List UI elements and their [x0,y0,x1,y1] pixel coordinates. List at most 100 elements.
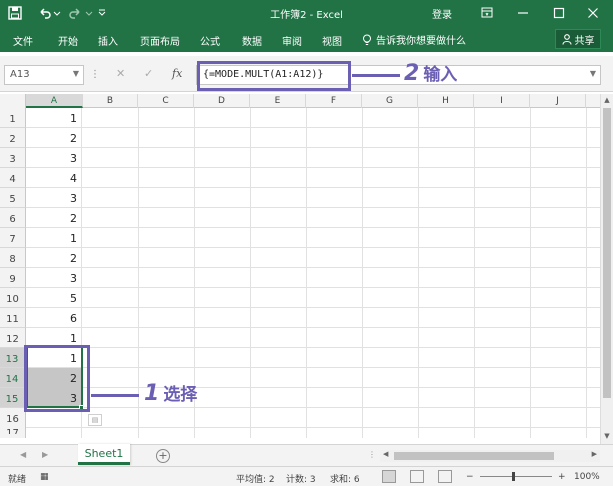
zoom-in-icon[interactable]: + [558,472,566,482]
chevron-down-icon[interactable]: ▼ [73,69,79,78]
table-row: 44 [0,168,600,188]
tab-split-grip-icon[interactable]: ⋮ [368,450,376,459]
cell-a4[interactable]: 4 [26,168,82,188]
row-header[interactable]: 6 [0,208,26,228]
scroll-down-icon[interactable]: ▼ [601,430,613,442]
scroll-right-icon[interactable]: ▶ [592,450,597,458]
page-layout-view-icon[interactable] [410,470,424,483]
column-header-d[interactable]: D [194,94,250,108]
column-header-f[interactable]: F [306,94,362,108]
cell-a2[interactable]: 2 [26,128,82,148]
tab-file[interactable]: 文件 [13,33,33,48]
login-link[interactable]: 登录 [432,6,452,21]
sheet-tab-sheet1[interactable]: Sheet1 [78,444,130,465]
cell-a5[interactable]: 3 [26,188,82,208]
new-sheet-icon[interactable]: + [156,449,170,463]
column-header-h[interactable]: H [418,94,474,108]
column-header-j[interactable]: J [530,94,586,108]
row-header[interactable]: 13 [0,348,26,368]
cell-a3[interactable]: 3 [26,148,82,168]
input-callout: 2 输入 [404,60,457,86]
column-header-b[interactable]: B [83,94,138,108]
insert-function-icon[interactable]: fx [172,67,182,80]
minimize-icon[interactable] [512,3,534,23]
share-button[interactable]: 共享 [555,29,601,49]
row-header[interactable]: 9 [0,268,26,288]
tab-page-layout[interactable]: 页面布局 [140,33,180,48]
column-header-a[interactable]: A [26,94,83,108]
vertical-scroll-thumb[interactable] [603,108,611,398]
table-row: 10 5 [0,288,600,308]
row-header[interactable]: 7 [0,228,26,248]
row-header[interactable]: 15 [0,388,26,408]
table-row: 53 [0,188,600,208]
cell-a7[interactable]: 1 [26,228,82,248]
row-header[interactable]: 14 [0,368,26,388]
tab-formulas[interactable]: 公式 [200,33,220,48]
table-row: 13 1 [0,348,600,368]
zoom-slider-knob[interactable] [512,472,515,481]
share-label: 共享 [574,35,595,47]
row-header[interactable]: 3 [0,148,26,168]
horizontal-scroll-thumb[interactable] [394,452,554,460]
page-break-view-icon[interactable] [438,470,452,483]
horizontal-scrollbar[interactable]: ◀ ▶ [380,450,600,462]
tab-home[interactable]: 开始 [58,33,78,48]
column-header-e[interactable]: E [250,94,306,108]
cell-a6[interactable]: 2 [26,208,82,228]
cell-a18[interactable] [26,434,82,438]
cancel-icon[interactable]: ✕ [116,67,125,80]
row-header[interactable]: 18 [0,434,26,438]
select-callout: 1 选择 [144,380,197,406]
table-row: 18 [0,434,600,438]
enter-icon[interactable]: ✓ [144,67,153,80]
cell-a9[interactable]: 3 [26,268,82,288]
row-header[interactable]: 2 [0,128,26,148]
row-header[interactable]: 4 [0,168,26,188]
row-header[interactable]: 12 [0,328,26,348]
table-row: 71 [0,228,600,248]
row-header[interactable]: 8 [0,248,26,268]
tab-insert[interactable]: 插入 [98,33,118,48]
maximize-icon[interactable] [548,3,570,23]
previous-sheet-icon[interactable]: ◀ [20,450,26,459]
row-header[interactable]: 11 [0,308,26,328]
zoom-level[interactable]: 100% [574,472,600,482]
next-sheet-icon[interactable]: ▶ [42,450,48,459]
table-row: 22 [0,128,600,148]
status-bar: 就绪 ▦ 平均值: 2 计数: 3 求和: 6 − + 100% [0,466,613,486]
zoom-out-icon[interactable]: − [466,472,474,482]
select-all-corner[interactable] [0,94,26,108]
table-row: 12 1 [0,328,600,348]
column-header-c[interactable]: C [138,94,194,108]
row-header[interactable]: 1 [0,108,26,128]
tab-view[interactable]: 视图 [322,33,342,48]
cell-a10[interactable]: 5 [26,288,82,308]
ribbon-tabs: 文件 开始 插入 页面布局 公式 数据 审阅 视图 告诉我你想要做什么 共享 [0,26,613,52]
column-header-g[interactable]: G [362,94,418,108]
close-icon[interactable] [582,3,604,23]
formula-bar-grip-icon[interactable]: ⋮ [90,69,100,80]
sum-status: 求和: 6 [330,475,360,485]
count-status: 计数: 3 [286,475,316,485]
name-box[interactable]: A13 ▼ [4,65,84,85]
scroll-left-icon[interactable]: ◀ [383,450,388,458]
zoom-slider[interactable] [480,476,552,477]
row-header[interactable]: 10 [0,288,26,308]
normal-view-icon[interactable] [382,470,396,483]
quick-analysis-icon[interactable]: ▤ [88,414,102,426]
vertical-scrollbar[interactable]: ▲ ▼ [600,94,613,444]
expand-formula-icon[interactable]: ▼ [590,69,596,78]
worksheet-grid[interactable]: A B C D E F G H I J 11 22 33 44 53 62 71… [0,94,600,438]
row-header[interactable]: 5 [0,188,26,208]
column-header-i[interactable]: I [474,94,530,108]
tab-data[interactable]: 数据 [242,33,262,48]
cell-a11[interactable]: 6 [26,308,82,328]
ribbon-display-options-icon[interactable] [476,3,498,23]
tab-review[interactable]: 审阅 [282,33,302,48]
scroll-up-icon[interactable]: ▲ [601,94,613,106]
cell-a8[interactable]: 2 [26,248,82,268]
macro-record-icon[interactable]: ▦ [40,472,49,482]
cell-a1[interactable]: 1 [26,108,82,128]
tell-me-box[interactable]: 告诉我你想要做什么 [362,32,466,47]
